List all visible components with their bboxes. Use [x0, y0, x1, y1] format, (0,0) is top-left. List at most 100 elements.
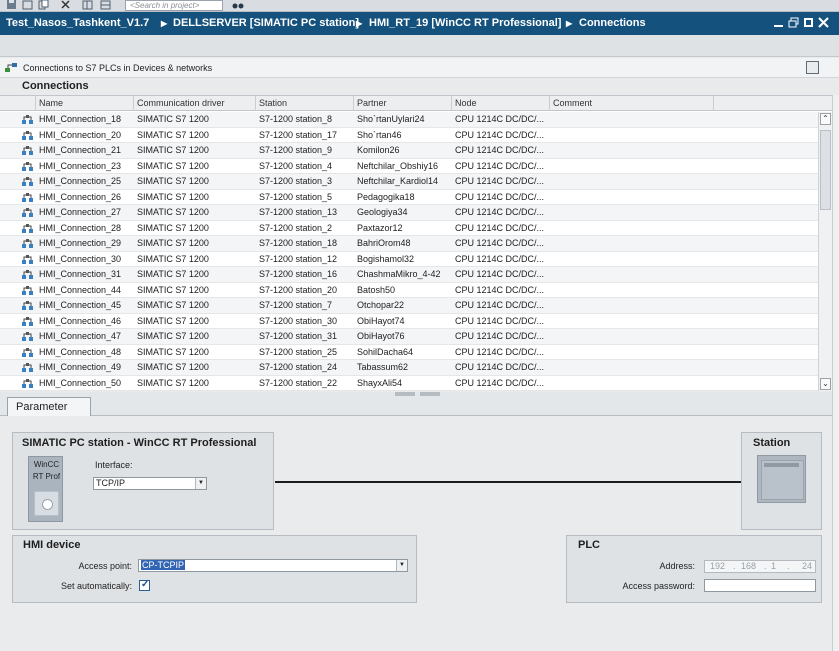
cell-partner[interactable]: Geologiya34	[354, 205, 452, 220]
cell-station[interactable]: S7-1200 station_2	[256, 221, 354, 236]
table-row[interactable]: HMI_Connection_26 SIMATIC S7 1200 S7-1200 …	[0, 190, 818, 205]
cell-node[interactable]: CPU 1214C DC/DC/...	[452, 112, 550, 127]
table-row[interactable]: HMI_Connection_45 SIMATIC S7 1200 S7-1200 …	[0, 298, 818, 314]
table-row[interactable]: HMI_Connection_27 SIMATIC S7 1200 S7-1200 …	[0, 205, 818, 221]
cell-driver[interactable]: SIMATIC S7 1200	[134, 205, 256, 220]
cell-name[interactable]: HMI_Connection_46	[36, 314, 134, 329]
scroll-down-icon[interactable]: ⌄	[820, 378, 831, 390]
cell-station[interactable]: S7-1200 station_18	[256, 236, 354, 251]
cell-comment[interactable]	[550, 267, 714, 282]
cell-name[interactable]: HMI_Connection_29	[36, 236, 134, 251]
cell-driver[interactable]: SIMATIC S7 1200	[134, 252, 256, 267]
dropdown-arrow-icon[interactable]: ▼	[195, 478, 206, 489]
table-row[interactable]: HMI_Connection_25 SIMATIC S7 1200 S7-1200 …	[0, 174, 818, 190]
table-row[interactable]: HMI_Connection_49 SIMATIC S7 1200 S7-1200 …	[0, 360, 818, 376]
cell-name[interactable]: HMI_Connection_49	[36, 360, 134, 375]
cell-station[interactable]: S7-1200 station_20	[256, 283, 354, 298]
cell-node[interactable]: CPU 1214C DC/DC/...	[452, 128, 550, 143]
cell-comment[interactable]	[550, 159, 714, 174]
scrollbar-thumb[interactable]	[820, 130, 831, 210]
cell-driver[interactable]: SIMATIC S7 1200	[134, 283, 256, 298]
splitter-handle[interactable]	[420, 392, 440, 396]
search-binoculars-icon[interactable]	[232, 0, 244, 10]
table-row[interactable]: HMI_Connection_30 SIMATIC S7 1200 S7-1200 …	[0, 252, 818, 267]
cell-partner[interactable]: Paxtazor12	[354, 221, 452, 236]
cell-node[interactable]: CPU 1214C DC/DC/...	[452, 360, 550, 375]
redo-icon[interactable]	[100, 0, 112, 10]
cell-node[interactable]: CPU 1214C DC/DC/...	[452, 159, 550, 174]
cell-partner[interactable]: Neftchilar_Obshiy16	[354, 159, 452, 174]
editor-options-icon[interactable]	[806, 61, 819, 74]
cell-node[interactable]: CPU 1214C DC/DC/...	[452, 314, 550, 329]
cell-comment[interactable]	[550, 143, 714, 158]
cell-driver[interactable]: SIMATIC S7 1200	[134, 221, 256, 236]
cell-driver[interactable]: SIMATIC S7 1200	[134, 314, 256, 329]
cell-comment[interactable]	[550, 190, 714, 205]
table-row[interactable]: HMI_Connection_48 SIMATIC S7 1200 S7-1200 …	[0, 345, 818, 360]
cell-partner[interactable]: BahriOrom48	[354, 236, 452, 251]
cell-node[interactable]: CPU 1214C DC/DC/...	[452, 298, 550, 313]
cell-name[interactable]: HMI_Connection_18	[36, 112, 134, 127]
cell-name[interactable]: HMI_Connection_31	[36, 267, 134, 282]
cell-node[interactable]: CPU 1214C DC/DC/...	[452, 236, 550, 251]
ip-octet-1[interactable]: 192	[710, 561, 725, 572]
table-row[interactable]: HMI_Connection_20 SIMATIC S7 1200 S7-1200 …	[0, 128, 818, 143]
cell-partner[interactable]: Pedagogika18	[354, 190, 452, 205]
cell-node[interactable]: CPU 1214C DC/DC/...	[452, 143, 550, 158]
breadcrumb-device[interactable]: DELLSERVER [SIMATIC PC station]	[173, 12, 359, 35]
cell-name[interactable]: HMI_Connection_44	[36, 283, 134, 298]
cell-partner[interactable]: Bogishamol32	[354, 252, 452, 267]
cell-partner[interactable]: Sho`rtanUylari24	[354, 112, 452, 127]
cell-station[interactable]: S7-1200 station_4	[256, 159, 354, 174]
cell-name[interactable]: HMI_Connection_45	[36, 298, 134, 313]
column-header-driver[interactable]: Communication driver	[134, 96, 256, 111]
cell-node[interactable]: CPU 1214C DC/DC/...	[452, 252, 550, 267]
save-project-icon[interactable]	[6, 0, 18, 10]
table-row[interactable]: HMI_Connection_29 SIMATIC S7 1200 S7-1200 …	[0, 236, 818, 252]
cell-comment[interactable]	[550, 376, 714, 391]
cell-node[interactable]: CPU 1214C DC/DC/...	[452, 221, 550, 236]
cell-station[interactable]: S7-1200 station_25	[256, 345, 354, 360]
cell-partner[interactable]: Sho`rtan46	[354, 128, 452, 143]
cell-driver[interactable]: SIMATIC S7 1200	[134, 360, 256, 375]
cell-partner[interactable]: ShayxAli54	[354, 376, 452, 391]
cell-station[interactable]: S7-1200 station_12	[256, 252, 354, 267]
cell-station[interactable]: S7-1200 station_5	[256, 190, 354, 205]
cell-node[interactable]: CPU 1214C DC/DC/...	[452, 376, 550, 391]
cell-name[interactable]: HMI_Connection_23	[36, 159, 134, 174]
splitter-handle[interactable]	[395, 392, 415, 396]
window-scrollbar[interactable]	[832, 95, 839, 651]
cell-comment[interactable]	[550, 128, 714, 143]
breadcrumb-hmi[interactable]: HMI_RT_19 [WinCC RT Professional]	[369, 12, 561, 35]
table-row[interactable]: HMI_Connection_23 SIMATIC S7 1200 S7-1200 …	[0, 159, 818, 174]
cell-comment[interactable]	[550, 112, 714, 127]
ip-address-field[interactable]: 192 . 168 . 1 . 24	[704, 560, 816, 573]
cell-partner[interactable]: SohilDacha64	[354, 345, 452, 360]
undo-icon[interactable]	[82, 0, 94, 10]
table-row[interactable]: HMI_Connection_21 SIMATIC S7 1200 S7-1200 …	[0, 143, 818, 159]
cell-station[interactable]: S7-1200 station_3	[256, 174, 354, 189]
minimize-icon[interactable]	[773, 17, 784, 28]
set-automatically-checkbox[interactable]	[139, 579, 150, 591]
cell-driver[interactable]: SIMATIC S7 1200	[134, 143, 256, 158]
table-row[interactable]: HMI_Connection_47 SIMATIC S7 1200 S7-1200 …	[0, 329, 818, 345]
breadcrumb-project[interactable]: Test_Nasos_Tashkent_V1.7	[6, 12, 149, 35]
cell-name[interactable]: HMI_Connection_21	[36, 143, 134, 158]
print-icon[interactable]	[22, 0, 34, 10]
cell-partner[interactable]: Batosh50	[354, 283, 452, 298]
cell-driver[interactable]: SIMATIC S7 1200	[134, 329, 256, 344]
table-row[interactable]: HMI_Connection_31 SIMATIC S7 1200 S7-1200 …	[0, 267, 818, 283]
table-scrollbar[interactable]: ⌃ ⌄	[818, 112, 832, 391]
close-icon[interactable]	[818, 17, 829, 28]
restore-icon[interactable]	[788, 17, 799, 28]
cell-station[interactable]: S7-1200 station_8	[256, 112, 354, 127]
cell-comment[interactable]	[550, 205, 714, 220]
cell-name[interactable]: HMI_Connection_30	[36, 252, 134, 267]
table-row[interactable]: HMI_Connection_46 SIMATIC S7 1200 S7-1200 …	[0, 314, 818, 329]
cell-partner[interactable]: Otchopar22	[354, 298, 452, 313]
copy-icon[interactable]	[38, 0, 50, 10]
cell-partner[interactable]: ObiHayot76	[354, 329, 452, 344]
cell-driver[interactable]: SIMATIC S7 1200	[134, 112, 256, 127]
cell-node[interactable]: CPU 1214C DC/DC/...	[452, 205, 550, 220]
cell-partner[interactable]: Komilon26	[354, 143, 452, 158]
